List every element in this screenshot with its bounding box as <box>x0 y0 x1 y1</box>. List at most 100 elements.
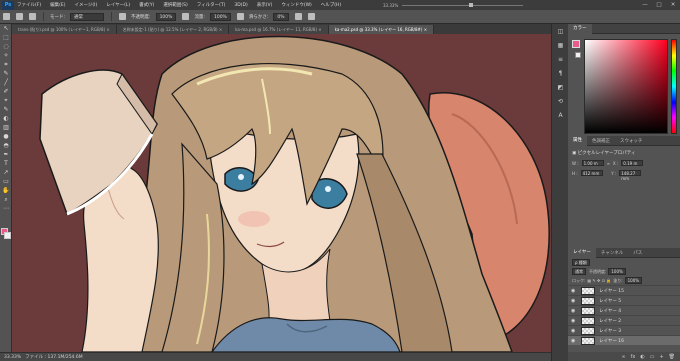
status-zoom[interactable]: 33.33% <box>4 355 21 360</box>
tab-color[interactable]: カラー <box>568 23 592 34</box>
menu-help[interactable]: ヘルプ(H) <box>321 2 341 8</box>
flow-field[interactable]: 100% <box>209 12 231 21</box>
foreground-color-swatch[interactable] <box>572 40 580 48</box>
visibility-eye-icon[interactable]: ◉ <box>571 338 579 344</box>
clone-stamp-tool-icon[interactable]: ⌖ <box>0 96 12 105</box>
width-field[interactable]: 1.00 m <box>581 160 604 166</box>
menu-type[interactable]: 書式(Y) <box>139 2 154 8</box>
actions-panel-icon[interactable]: ⟲ <box>552 94 569 108</box>
menu-select[interactable]: 選択範囲(S) <box>163 2 187 8</box>
lasso-tool-icon[interactable]: ◌ <box>0 42 12 51</box>
tab-adjustments[interactable]: 色調補正 <box>587 138 615 144</box>
close-button[interactable]: ✕ <box>666 0 680 10</box>
fill-field[interactable]: 100% <box>624 277 643 284</box>
adjustment-layer-icon[interactable]: ◐ <box>640 354 644 360</box>
crop-tool-icon[interactable]: ⌗ <box>0 60 12 69</box>
libraries-panel-icon[interactable]: ≡ <box>552 52 569 66</box>
visibility-eye-icon[interactable]: ◉ <box>571 298 579 304</box>
eraser-tool-icon[interactable]: ▥ <box>0 123 12 132</box>
zoom-tool-icon[interactable]: ⌕ <box>0 195 12 204</box>
tab-document-1[interactable]: trans-(貼り).psd @ 100% (レイヤー1, RGB/8) × <box>12 25 117 34</box>
group-icon[interactable]: ▭ <box>650 354 655 360</box>
layer-comps-panel-icon[interactable]: ◩ <box>552 80 569 94</box>
menu-layer[interactable]: レイヤー(L) <box>106 2 130 8</box>
layer-row[interactable]: ◉ レイヤー 15 <box>568 285 680 295</box>
symmetry-icon[interactable] <box>307 13 315 20</box>
brush-tool-icon[interactable]: ✎ <box>0 105 12 114</box>
tab-swatches[interactable]: スウォッチ <box>615 138 648 144</box>
pressure-opacity-icon[interactable] <box>119 13 127 20</box>
layer-opacity-field[interactable]: 100% <box>608 268 626 275</box>
layer-name[interactable]: レイヤー 16 <box>599 338 624 344</box>
history-panel-icon[interactable]: ◫ <box>552 24 569 38</box>
zoom-slider[interactable]: 33.33% <box>383 2 523 8</box>
layer-kind-filter[interactable]: ρ 種類 <box>572 259 590 266</box>
minimize-button[interactable]: — <box>638 0 652 10</box>
menu-image[interactable]: イメージ(I) <box>74 2 97 8</box>
visibility-eye-icon[interactable]: ◉ <box>571 288 579 294</box>
hue-slider[interactable] <box>671 39 677 134</box>
tab-document-2[interactable]: 名称未設定-1 (貼り) @ 12.5% (レイヤー 2, RGB/8) × <box>116 25 230 34</box>
layer-name[interactable]: レイヤー 3 <box>599 328 621 334</box>
type-tool-icon[interactable]: T <box>0 159 12 168</box>
rectangle-tool-icon[interactable]: ▭ <box>0 177 12 186</box>
background-color-swatch[interactable] <box>575 52 581 58</box>
hand-tool-icon[interactable]: ✋ <box>0 186 12 195</box>
magic-wand-tool-icon[interactable]: ✧ <box>0 51 12 60</box>
visibility-eye-icon[interactable]: ◉ <box>571 308 579 314</box>
smoothing-field[interactable]: 0% <box>273 12 289 21</box>
layer-name[interactable]: レイヤー 2 <box>599 318 621 324</box>
x-field[interactable]: 0.19 m <box>621 160 644 166</box>
photoshop-logo[interactable]: Ps <box>2 0 14 10</box>
menu-3d[interactable]: 3D(D) <box>234 3 247 8</box>
delete-layer-icon[interactable]: 🗑 <box>669 354 675 360</box>
gradient-tool-icon[interactable]: ● <box>0 132 12 141</box>
tab-paths[interactable]: パス <box>628 250 647 256</box>
layer-style-icon[interactable]: fx <box>631 354 636 360</box>
brush-preset-icon[interactable] <box>3 13 10 20</box>
link-layers-icon[interactable]: ∞ <box>621 354 625 360</box>
layer-row[interactable]: ◉ レイヤー 5 <box>568 295 680 305</box>
swatches-panel-icon[interactable]: ▦ <box>552 38 569 52</box>
layer-row-active[interactable]: ◉ レイヤー 16 <box>568 335 680 345</box>
menu-view[interactable]: 表示(V) <box>257 2 273 8</box>
eyedropper-tool-icon[interactable]: ✎ <box>0 69 12 78</box>
visibility-eye-icon[interactable]: ◉ <box>571 328 579 334</box>
layer-name[interactable]: レイヤー 4 <box>599 308 621 314</box>
history-brush-tool-icon[interactable]: ◐ <box>0 114 12 123</box>
document-canvas[interactable] <box>12 34 551 352</box>
color-picker-field[interactable] <box>584 39 668 134</box>
layer-row[interactable]: ◉ レイヤー 3 <box>568 325 680 335</box>
layer-name[interactable]: レイヤー 5 <box>599 298 621 304</box>
link-icon[interactable]: ∞ <box>607 161 610 166</box>
tab-document-active[interactable]: ka-ma2.psd @ 33.3% (レイヤー 16, RGB/8#) × <box>328 25 435 34</box>
menu-filter[interactable]: フィルター(T) <box>197 2 226 8</box>
blend-mode-select[interactable]: 通常 <box>572 268 586 275</box>
dodge-tool-icon[interactable]: ◓ <box>0 141 12 150</box>
tab-channels[interactable]: チャンネル <box>596 250 628 256</box>
new-layer-icon[interactable]: + <box>659 354 663 360</box>
y-field[interactable]: 148.27 mm <box>619 170 642 181</box>
layer-name[interactable]: レイヤー 15 <box>599 288 624 294</box>
tab-properties[interactable]: 属性 <box>568 135 587 146</box>
tab-layers[interactable]: レイヤー <box>568 247 596 258</box>
background-color-swatch[interactable] <box>4 232 11 239</box>
brush-panel-icon[interactable] <box>29 13 36 20</box>
paragraph-panel-icon[interactable]: ¶ <box>552 66 569 80</box>
marquee-tool-icon[interactable]: ⬚ <box>0 33 12 42</box>
smoothing-options-icon[interactable] <box>294 13 302 20</box>
move-tool-icon[interactable]: ↖ <box>0 24 12 33</box>
path-selection-tool-icon[interactable]: ↗ <box>0 168 12 177</box>
pressure-size-icon[interactable] <box>236 13 244 20</box>
visibility-eye-icon[interactable]: ◉ <box>571 318 579 324</box>
more-tools-icon[interactable]: ⋯ <box>0 204 12 213</box>
airbrush-icon[interactable] <box>182 13 190 20</box>
lock-icons[interactable]: ▦ ✎ ✥ ⊡ 🔒 <box>587 278 611 283</box>
layer-row[interactable]: ◉ レイヤー 2 <box>568 315 680 325</box>
zoom-slider-knob[interactable] <box>468 2 473 7</box>
healing-brush-tool-icon[interactable]: ✐ <box>0 87 12 96</box>
brush-settings-icon[interactable] <box>16 13 23 20</box>
mode-select[interactable]: 通常 <box>70 12 105 21</box>
tab-document-3[interactable]: ka-ma.psd @ 16.7% (レイヤー 11, RGB/8) × <box>229 25 329 34</box>
zoom-slider-track[interactable] <box>402 2 523 7</box>
